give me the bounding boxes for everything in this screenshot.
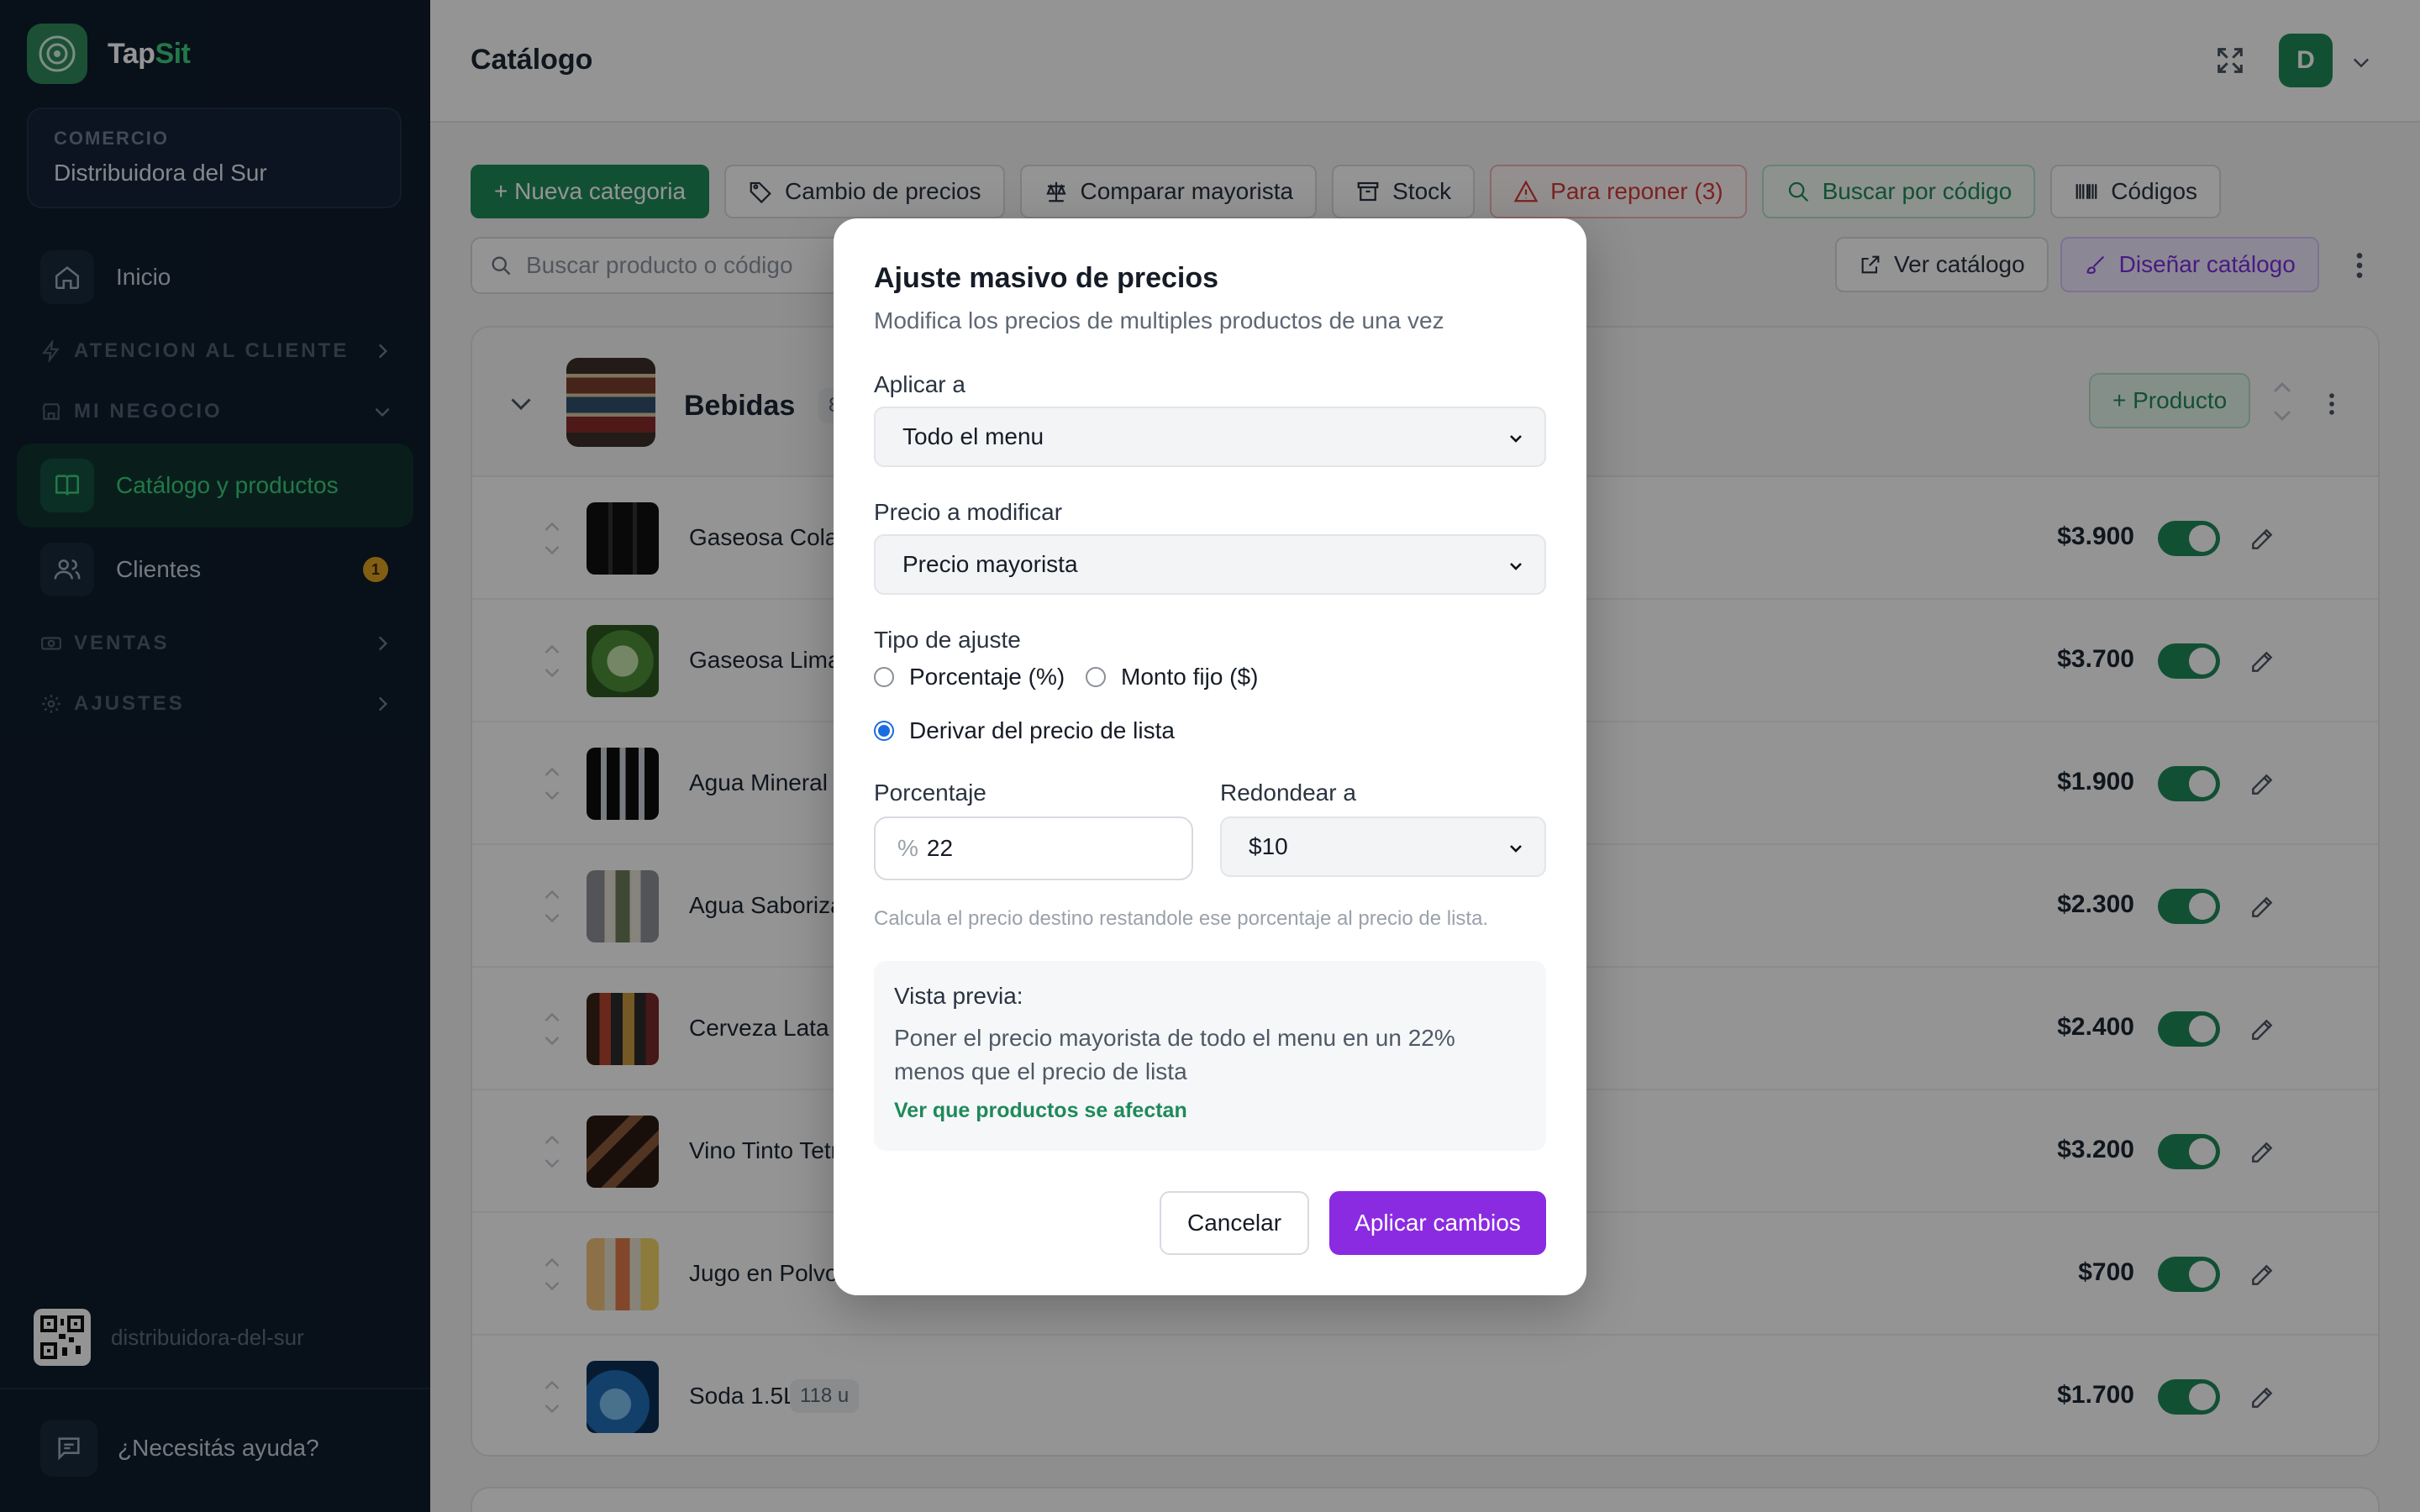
modal-subtitle: Modifica los precios de multiples produc… xyxy=(874,307,1444,333)
percentage-value: 22 xyxy=(926,835,954,861)
percent-symbol: % xyxy=(897,835,918,861)
radio-label: Monto fijo ($) xyxy=(1121,664,1259,690)
cancel-button[interactable]: Cancelar xyxy=(1160,1191,1309,1255)
chevron-down-icon xyxy=(1510,845,1522,853)
price-type-select[interactable]: Precio mayorista xyxy=(874,534,1546,595)
hint-text: Calcula el precio destino restandole ese… xyxy=(874,907,1489,930)
round-select[interactable]: $10 xyxy=(1220,816,1546,877)
radio-button[interactable] xyxy=(874,667,894,687)
select-value: $10 xyxy=(1249,833,1288,859)
radio-label: Porcentaje (%) xyxy=(909,664,1065,690)
apply-to-label: Aplicar a xyxy=(874,371,965,397)
preview-box: Vista previa: Poner el precio mayorista … xyxy=(874,961,1546,1151)
adjust-type-label: Tipo de ajuste xyxy=(874,627,1021,653)
percentage-input[interactable]: % 22 xyxy=(874,816,1193,880)
preview-text: Poner el precio mayorista de todo el men… xyxy=(894,1025,1455,1084)
chevron-down-icon xyxy=(1510,435,1522,443)
affected-products-link[interactable]: Ver que productos se afectan xyxy=(894,1099,1526,1123)
preview-title: Vista previa: xyxy=(894,983,1023,1009)
price-type-label: Precio a modificar xyxy=(874,499,1063,525)
select-value: Precio mayorista xyxy=(902,551,1078,577)
radio-fixed-amount[interactable]: Monto fijo ($) xyxy=(1086,664,1258,690)
radio-label: Derivar del precio de lista xyxy=(909,717,1175,743)
modal-title: Ajuste masivo de precios xyxy=(874,262,1219,294)
apply-to-select[interactable]: Todo el menu xyxy=(874,407,1546,467)
round-label: Redondear a xyxy=(1220,780,1356,806)
bulk-price-modal: Ajuste masivo de precios Modifica los pr… xyxy=(834,218,1586,1295)
radio-button[interactable] xyxy=(1086,667,1106,687)
percentage-label: Porcentaje xyxy=(874,780,986,806)
radio-derive-list-price[interactable]: Derivar del precio de lista xyxy=(874,717,1175,744)
radio-percentage[interactable]: Porcentaje (%) xyxy=(874,664,1065,690)
radio-button[interactable] xyxy=(874,721,894,741)
select-value: Todo el menu xyxy=(902,423,1044,449)
chevron-down-icon xyxy=(1510,563,1522,570)
apply-button[interactable]: Aplicar cambios xyxy=(1329,1191,1546,1255)
